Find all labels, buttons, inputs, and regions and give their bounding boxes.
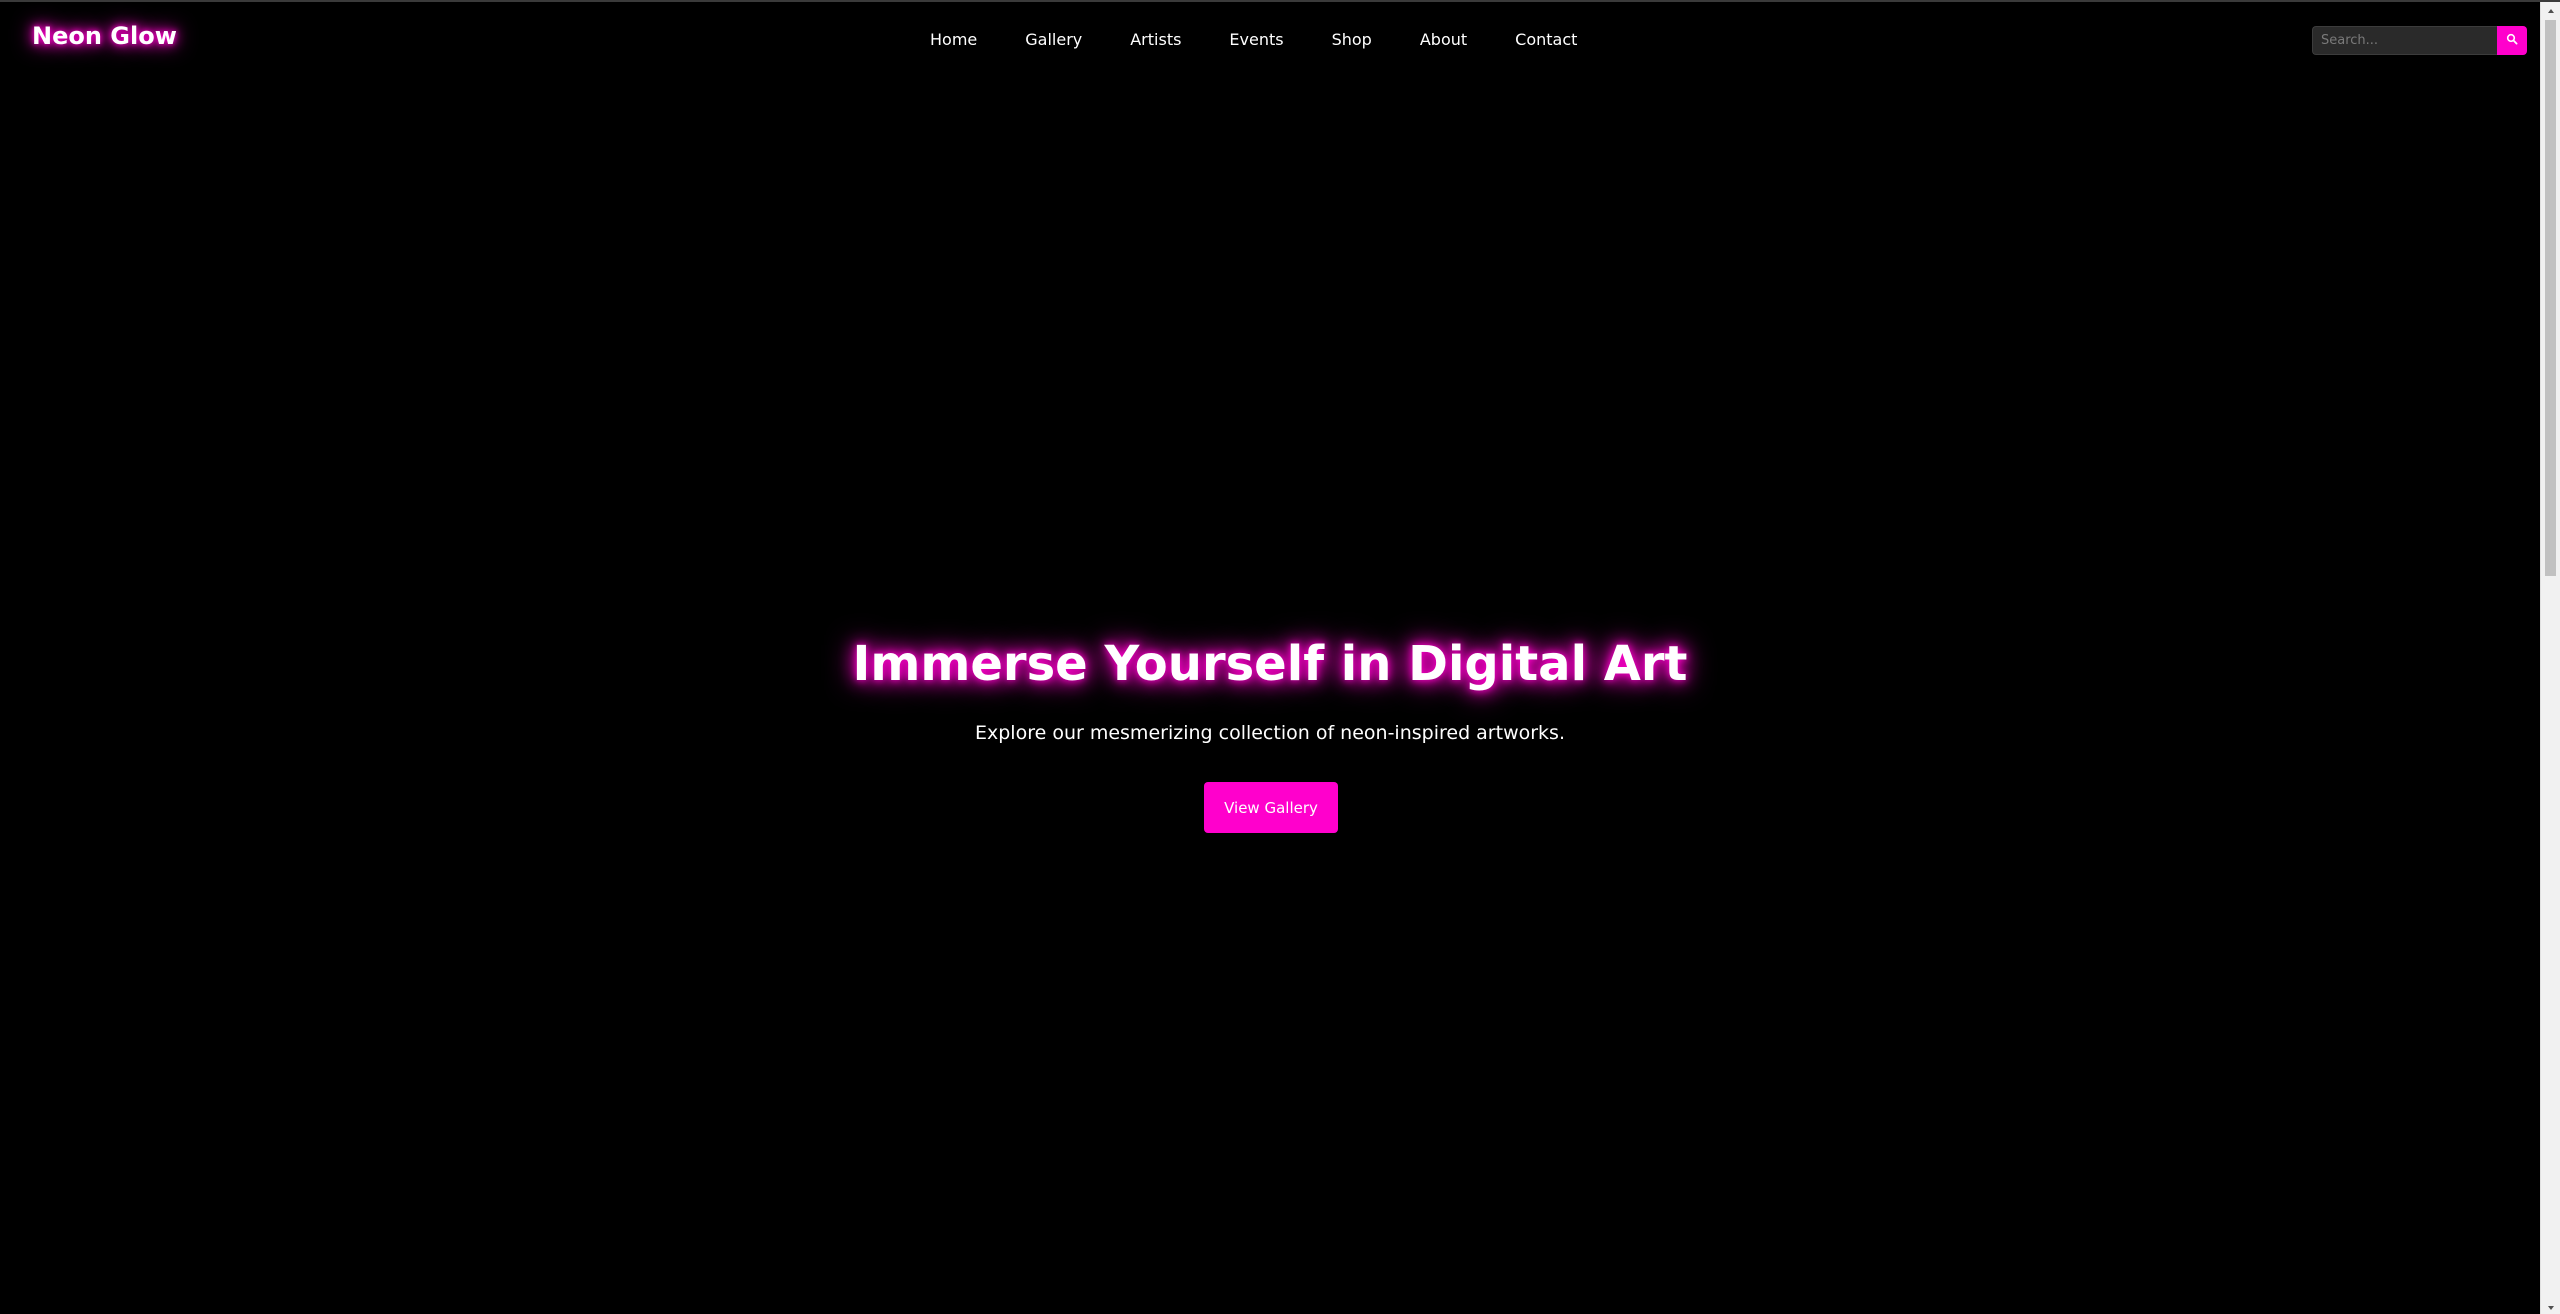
hero-subtitle: Explore our mesmerizing collection of ne…: [974, 722, 1565, 744]
scroll-down-arrow-icon[interactable]: [2541, 1299, 2560, 1314]
scroll-up-arrow-icon[interactable]: [2541, 2, 2560, 19]
hero-section: Immerse Yourself in Digital Art Explore …: [0, 2, 2540, 1314]
view-gallery-button[interactable]: View Gallery: [1204, 782, 1338, 833]
scrollbar-thumb[interactable]: [2545, 20, 2556, 576]
hero-title: Immerse Yourself in Digital Art: [852, 636, 1688, 692]
vertical-scrollbar[interactable]: [2540, 2, 2560, 1314]
page: Neon Glow Home Gallery Artists Events Sh…: [0, 0, 2560, 1314]
